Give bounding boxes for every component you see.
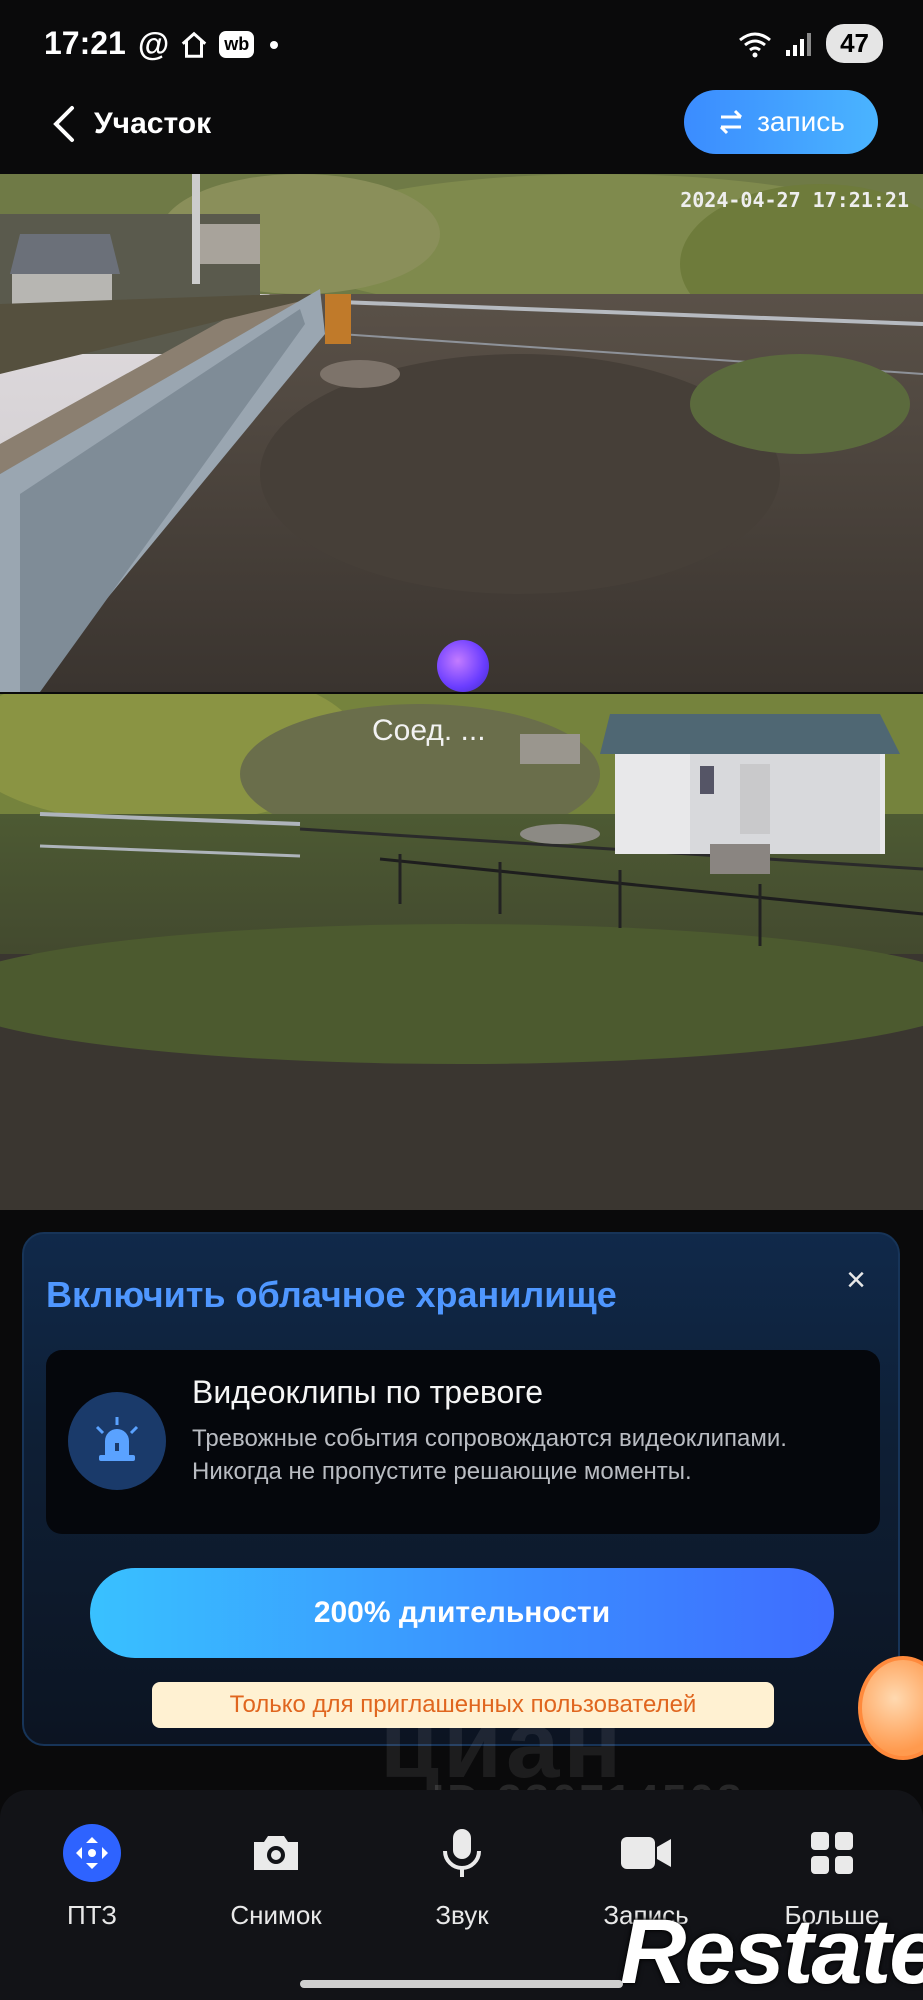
toolbar-sound-label: Звук (435, 1900, 489, 1930)
cloud-card-title: Включить облачное хранилище (46, 1274, 617, 1315)
wifi-icon (739, 32, 772, 57)
cloud-storage-card: Включить облачное хранилище × Видеоклипы… (22, 1232, 900, 1746)
at-icon: @ (138, 26, 170, 62)
battery-indicator: 47 (826, 24, 883, 63)
header: Участок запись (0, 90, 923, 170)
wb-icon: wb (219, 31, 255, 58)
duration-offer-button[interactable]: 200% длительности (90, 1568, 834, 1658)
toolbar-snapshot[interactable]: Снимок (206, 1824, 346, 1931)
duration-offer-label: 200% длительности (313, 1596, 611, 1629)
video-icon (617, 1824, 675, 1882)
signal-icon (786, 32, 812, 56)
toolbar-ptz-label: ПТЗ (67, 1900, 117, 1930)
camera-1-image (0, 174, 923, 692)
camera-2-image (0, 694, 923, 1210)
close-icon[interactable]: × (836, 1260, 876, 1300)
home-icon (181, 31, 207, 58)
record-button[interactable]: запись (684, 90, 878, 154)
status-left-icons: @ wb (138, 26, 279, 63)
status-time: 17:21 (44, 25, 126, 61)
back-button[interactable]: Участок (50, 104, 211, 144)
ptz-icon (63, 1824, 121, 1882)
grid-icon (803, 1824, 861, 1882)
connection-status: Соед. ... (372, 714, 486, 747)
page-title: Участок (94, 107, 212, 140)
camera-timestamp: 2024-04-27 17:21:21 (680, 188, 909, 212)
status-right-icons: 47 (738, 24, 883, 63)
camera-feed-2[interactable] (0, 694, 923, 1210)
feature-description: Тревожные события сопровождаются видеокл… (192, 1425, 787, 1485)
notification-dot-icon (270, 40, 279, 49)
toolbar-ptz[interactable]: ПТЗ (22, 1824, 162, 1931)
toolbar-snapshot-label: Снимок (230, 1900, 322, 1930)
microphone-icon (433, 1824, 491, 1882)
record-button-label: запись (757, 106, 845, 137)
chevron-left-icon (53, 106, 74, 142)
swap-icon (720, 109, 743, 135)
alarm-siren-icon (68, 1392, 166, 1490)
camera-icon (247, 1824, 305, 1882)
feature-box: Видеоклипы по тревоге Тревожные события … (46, 1350, 880, 1534)
feature-title: Видеоклипы по тревоге (192, 1374, 544, 1410)
restate-watermark-logo: Restate (620, 1901, 923, 2000)
loading-spinner-icon (437, 640, 489, 692)
camera-feed-1[interactable]: 2024-04-27 17:21:21 (0, 174, 923, 692)
toolbar-sound[interactable]: Звук (392, 1824, 532, 1931)
home-indicator[interactable] (300, 1980, 623, 1988)
status-bar: 17:21 @ wb 47 (0, 0, 923, 90)
